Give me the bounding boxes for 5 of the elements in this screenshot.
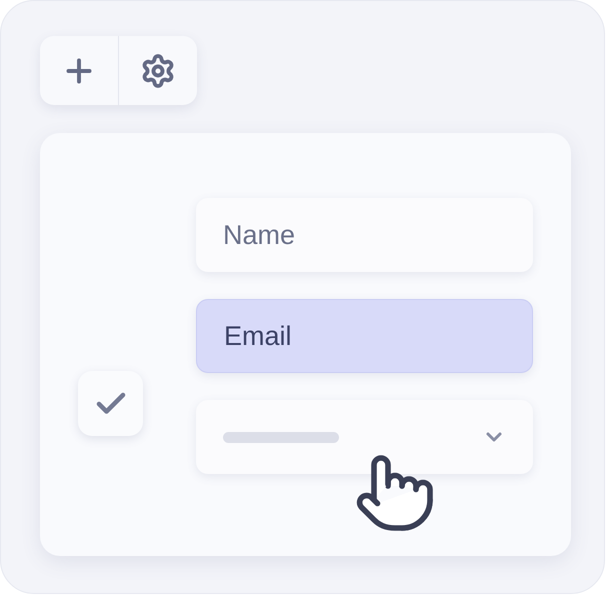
text-field[interactable]: Name bbox=[196, 198, 533, 272]
dropdown-field[interactable] bbox=[196, 400, 533, 474]
checkbox[interactable] bbox=[78, 371, 143, 436]
text-field[interactable]: Email bbox=[196, 299, 533, 373]
settings-icon bbox=[140, 52, 176, 88]
